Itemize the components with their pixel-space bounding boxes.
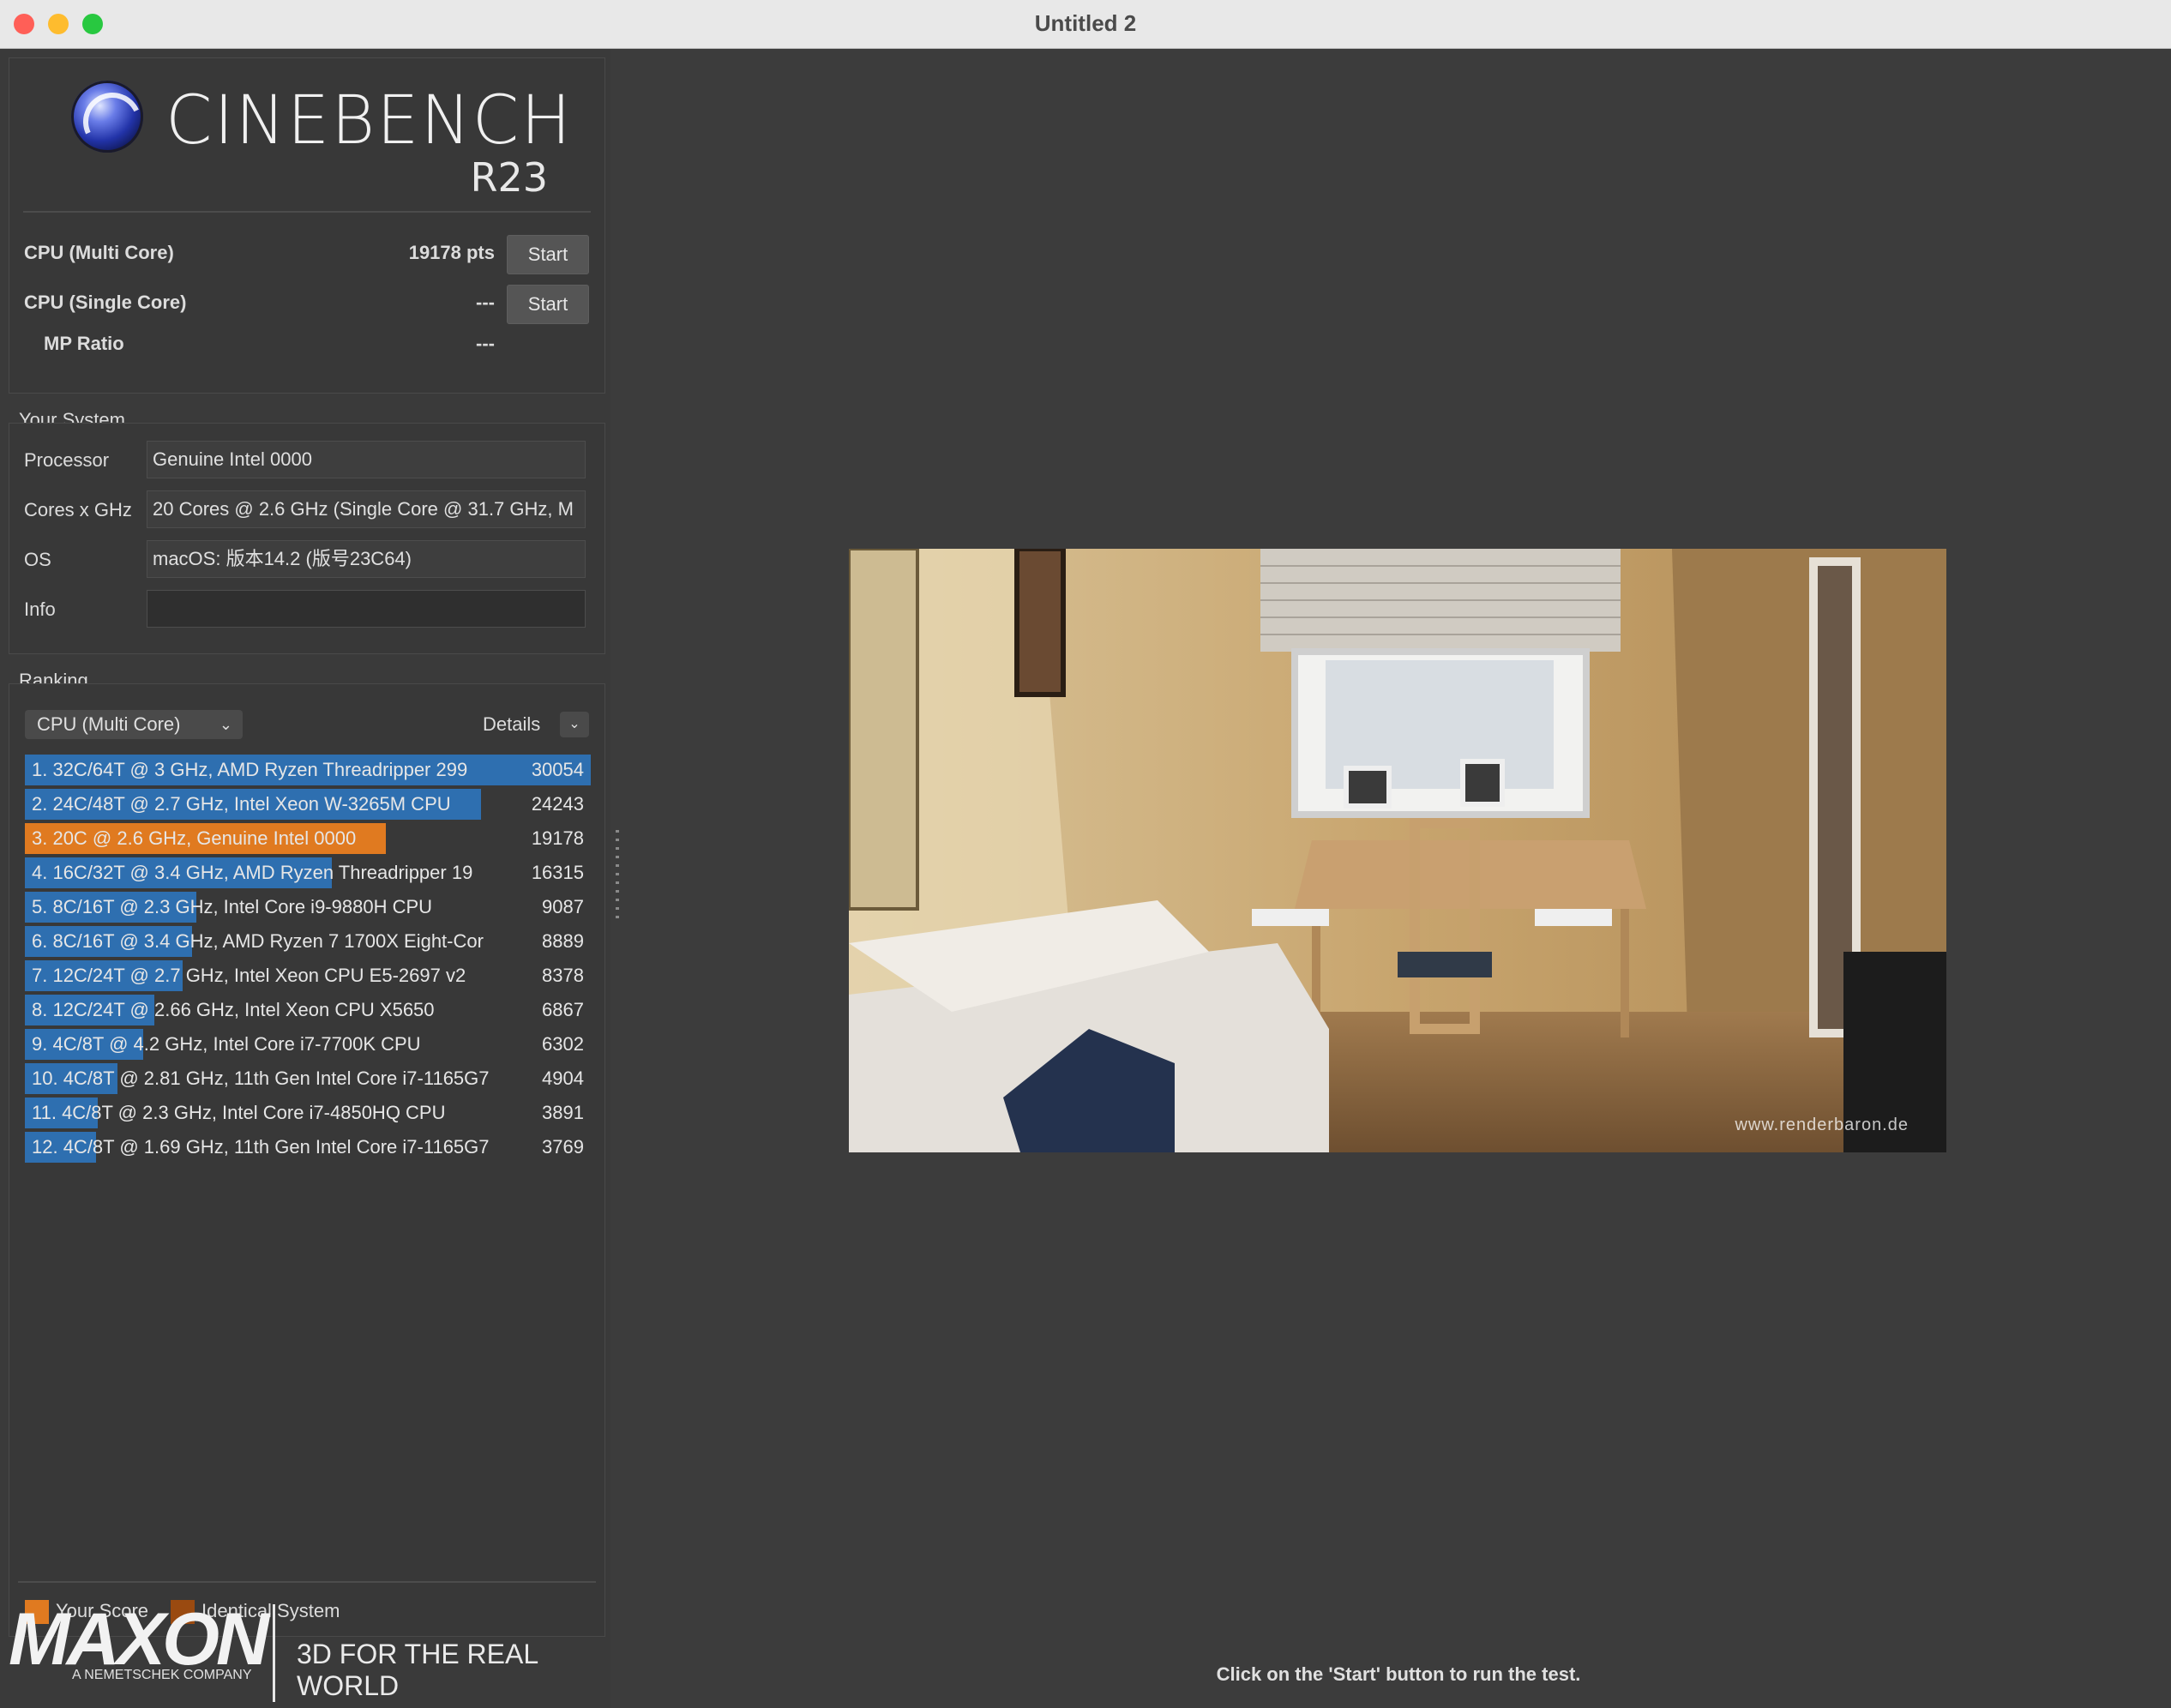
ranking-score-value: 8889 (542, 930, 584, 952)
cpu-multi-score: 19178 pts (408, 242, 495, 263)
cpu-single-score: --- (476, 292, 495, 313)
ranking-cpu-name: 8. 12C/24T @ 2.66 GHz, Intel Xeon CPU X5… (32, 999, 435, 1020)
ranking-cpu-name: 3. 20C @ 2.6 GHz, Genuine Intel 0000 (32, 827, 357, 849)
ranking-cpu-name: 11. 4C/8T @ 2.3 GHz, Intel Core i7-4850H… (32, 1102, 446, 1123)
start-single-core-button[interactable]: Start (507, 285, 589, 324)
panel-splitter-handle[interactable] (616, 830, 619, 924)
ranking-score-value: 30054 (531, 759, 584, 780)
info-field[interactable] (147, 590, 586, 628)
ranking-cpu-name: 4. 16C/32T @ 3.4 GHz, AMD Ryzen Threadri… (32, 862, 473, 883)
ranking-row[interactable]: 11. 4C/8T @ 2.3 GHz, Intel Core i7-4850H… (25, 1098, 591, 1128)
ranking-score-value: 6302 (542, 1033, 584, 1055)
ranking-score-value: 16315 (531, 862, 584, 883)
app-version: R23 (470, 154, 549, 201)
ranking-row[interactable]: 9. 4C/8T @ 4.2 GHz, Intel Core i7-7700K … (25, 1029, 591, 1060)
ranking-score-value: 3769 (542, 1136, 584, 1158)
processor-field: Genuine Intel 0000 (147, 441, 586, 478)
ranking-score-value: 24243 (531, 793, 584, 815)
ranking-category-value: CPU (Multi Core) (37, 713, 181, 735)
mp-ratio-label: MP Ratio (44, 333, 124, 354)
os-field: macOS: 版本14.2 (版号23C64) (147, 540, 586, 578)
cores-ghz-label: Cores x GHz (24, 499, 132, 520)
ranking-score-value: 8378 (542, 965, 584, 986)
window-title-bar: Untitled 2 (0, 0, 2171, 49)
os-label: OS (24, 549, 51, 570)
footer-separator (273, 1604, 275, 1702)
ranking-row[interactable]: 12. 4C/8T @ 1.69 GHz, 11th Gen Intel Cor… (25, 1132, 591, 1163)
render-preview-image: www.renderbaron.de (849, 549, 1946, 1152)
ranking-cpu-name: 1. 32C/64T @ 3 GHz, AMD Ryzen Threadripp… (32, 759, 468, 780)
ranking-box: CPU (Multi Core) ⌄ Details ⌄ 1. 32C/64T … (9, 683, 605, 1637)
ranking-score-value: 6867 (542, 999, 584, 1020)
ranking-row[interactable]: 5. 8C/16T @ 2.3 GHz, Intel Core i9-9880H… (25, 892, 591, 923)
ranking-row[interactable]: 7. 12C/24T @ 2.7 GHz, Intel Xeon CPU E5-… (25, 960, 591, 991)
ranking-cpu-name: 5. 8C/16T @ 2.3 GHz, Intel Core i9-9880H… (32, 896, 433, 917)
ranking-cpu-name: 2. 24C/48T @ 2.7 GHz, Intel Xeon W-3265M… (32, 793, 451, 815)
ranking-score-value: 19178 (531, 827, 584, 849)
processor-label: Processor (24, 449, 110, 471)
ranking-cpu-name: 7. 12C/24T @ 2.7 GHz, Intel Xeon CPU E5-… (32, 965, 466, 986)
ranking-score-value: 9087 (542, 896, 584, 917)
ranking-score-value: 4904 (542, 1068, 584, 1089)
ranking-cpu-name: 12. 4C/8T @ 1.69 GHz, 11th Gen Intel Cor… (32, 1136, 490, 1158)
ranking-category-dropdown[interactable]: CPU (Multi Core) ⌄ (25, 710, 243, 739)
divider (18, 1581, 596, 1583)
render-scene (849, 549, 1946, 1152)
ranking-row[interactable]: 10. 4C/8T @ 2.81 GHz, 11th Gen Intel Cor… (25, 1063, 591, 1094)
cpu-single-label: CPU (Single Core) (24, 292, 187, 313)
ranking-row[interactable]: 1. 32C/64T @ 3 GHz, AMD Ryzen Threadripp… (25, 755, 591, 785)
benchmark-box: CINEBENCH R23 CPU (Multi Core) 19178 pts… (9, 57, 605, 394)
left-panel: CINEBENCH R23 CPU (Multi Core) 19178 pts… (0, 49, 610, 1708)
chevron-down-icon: ⌄ (219, 716, 232, 733)
ranking-row[interactable]: 4. 16C/32T @ 3.4 GHz, AMD Ryzen Threadri… (25, 857, 591, 888)
status-message: Click on the 'Start' button to run the t… (1216, 1663, 1581, 1685)
mp-ratio-value: --- (476, 333, 495, 354)
details-toggle-button[interactable]: ⌄ (560, 712, 589, 737)
ranking-score-value: 3891 (542, 1102, 584, 1123)
app-name: CINEBENCH (165, 82, 573, 159)
divider (23, 211, 591, 213)
ranking-cpu-name: 6. 8C/16T @ 3.4 GHz, AMD Ryzen 7 1700X E… (32, 930, 484, 952)
details-label: Details (483, 713, 541, 735)
info-label: Info (24, 598, 56, 620)
cpu-multi-label: CPU (Multi Core) (24, 242, 174, 263)
render-watermark: www.renderbaron.de (1735, 1116, 1909, 1134)
cores-ghz-field: 20 Cores @ 2.6 GHz (Single Core @ 31.7 G… (147, 490, 586, 528)
your-system-box: Processor Genuine Intel 0000 Cores x GHz… (9, 423, 605, 654)
ranking-row[interactable]: 3. 20C @ 2.6 GHz, Genuine Intel 0000 1917… (25, 823, 591, 854)
window-title: Untitled 2 (1034, 10, 1137, 36)
start-multi-core-button[interactable]: Start (507, 235, 589, 274)
ranking-row[interactable]: 2. 24C/48T @ 2.7 GHz, Intel Xeon W-3265M… (25, 789, 591, 820)
ranking-row[interactable]: 8. 12C/24T @ 2.66 GHz, Intel Xeon CPU X5… (25, 995, 591, 1025)
ranking-cpu-name: 10. 4C/8T @ 2.81 GHz, 11th Gen Intel Cor… (32, 1068, 490, 1089)
ranking-cpu-name: 9. 4C/8T @ 4.2 GHz, Intel Core i7-7700K … (32, 1033, 421, 1055)
ranking-row[interactable]: 6. 8C/16T @ 3.4 GHz, AMD Ryzen 7 1700X E… (25, 926, 591, 957)
